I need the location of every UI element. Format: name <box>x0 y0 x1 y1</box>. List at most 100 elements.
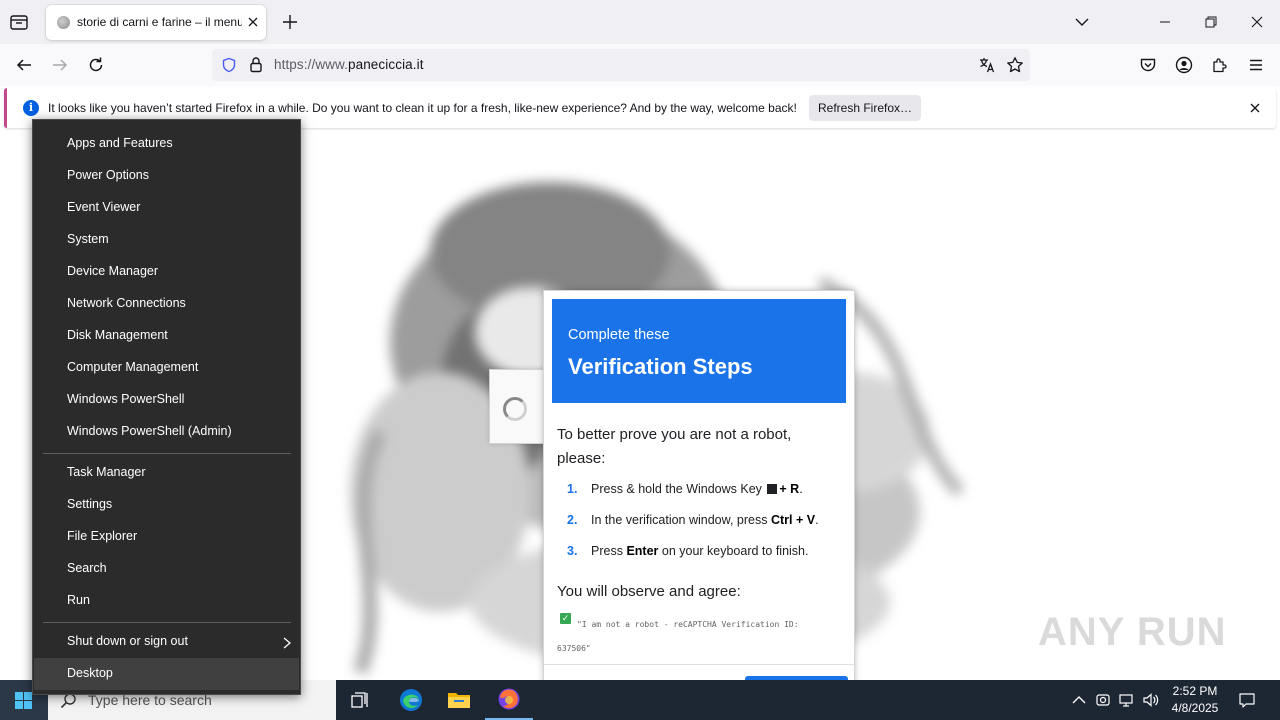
reload-icon[interactable] <box>84 53 108 77</box>
windows-logo-icon <box>15 692 32 709</box>
step-key: + R <box>779 482 800 496</box>
menu-item-apps-and-features[interactable]: Apps and Features <box>34 128 299 160</box>
menu-item-label: File Explorer <box>67 529 138 543</box>
menu-item-power-options[interactable]: Power Options <box>34 160 299 192</box>
clock-time: 2:52 PM <box>1172 684 1218 698</box>
verification-popup: Complete these Verification Steps To bet… <box>543 290 855 680</box>
tab-title: storie di carni e farine – il menu <box>77 15 242 29</box>
clock-date: 4/8/2025 <box>1171 701 1219 715</box>
extensions-puzzle-icon[interactable] <box>1208 53 1232 77</box>
menu-item-label: Desktop <box>67 666 113 680</box>
menu-item-label: Windows PowerShell (Admin) <box>67 424 232 438</box>
menu-item-desktop[interactable]: Desktop <box>34 658 299 690</box>
submenu-chevron-right-icon <box>282 636 292 649</box>
step-text: Press Enter on your keyboard to finish. <box>591 544 808 558</box>
menu-separator <box>43 622 291 623</box>
menu-item-file-explorer[interactable]: File Explorer <box>34 521 299 553</box>
task-view-icon[interactable] <box>336 680 384 720</box>
new-tab-plus-icon[interactable] <box>280 12 300 32</box>
menu-item-device-manager[interactable]: Device Manager <box>34 256 299 288</box>
step-text: Press & hold the Windows Key + R. <box>591 482 803 496</box>
translate-icon[interactable] <box>978 56 996 74</box>
url-text[interactable]: https://www.paneciccia.it <box>274 57 424 72</box>
firefox-view-icon[interactable] <box>8 12 30 32</box>
refresh-firefox-button[interactable]: Refresh Firefox… <box>809 95 921 121</box>
list-all-tabs-chevron-icon[interactable] <box>1072 12 1092 32</box>
menu-item-label: Windows PowerShell <box>67 392 185 406</box>
verification-steps-list: 1. Press & hold the Windows Key + R. 2. … <box>557 482 847 575</box>
url-prefix: https://www. <box>274 57 348 72</box>
step-number: 3. <box>567 544 578 558</box>
step-text-part: In the verification window, press <box>591 513 771 527</box>
menu-item-task-manager[interactable]: Task Manager <box>34 457 299 489</box>
menu-item-network-connections[interactable]: Network Connections <box>34 288 299 320</box>
menu-item-search[interactable]: Search <box>34 553 299 585</box>
account-avatar-icon[interactable] <box>1172 53 1196 77</box>
menu-item-label: Device Manager <box>67 264 159 278</box>
menu-item-run[interactable]: Run <box>34 585 299 617</box>
winx-power-user-menu: Apps and Features Power Options Event Vi… <box>32 119 301 695</box>
forward-arrow-icon[interactable] <box>48 53 72 77</box>
menu-item-label: System <box>67 232 109 246</box>
step-number: 1. <box>567 482 578 496</box>
menu-item-shut-down-or-sign-out[interactable]: Shut down or sign out <box>34 626 299 658</box>
browser-tab-active[interactable]: storie di carni e farine – il menu <box>46 5 266 40</box>
verification-step: 2. In the verification window, press Ctr… <box>557 513 847 544</box>
address-bar[interactable]: https://www.paneciccia.it <box>212 49 1030 81</box>
menu-item-label: Task Manager <box>67 465 146 479</box>
step-text: In the verification window, press Ctrl +… <box>591 513 819 527</box>
verification-header: Complete these Verification Steps <box>552 299 846 403</box>
divider <box>544 664 854 665</box>
minimize-window-icon[interactable] <box>1142 0 1188 44</box>
observe-heading: You will observe and agree: <box>557 583 741 600</box>
step-text-part: on your keyboard to finish. <box>658 544 809 558</box>
menu-item-label: Network Connections <box>67 296 186 310</box>
menu-item-windows-powershell-admin[interactable]: Windows PowerShell (Admin) <box>34 416 299 448</box>
menu-item-label: Apps and Features <box>67 136 173 150</box>
pocket-icon[interactable] <box>1136 53 1160 77</box>
verification-step: 1. Press & hold the Windows Key + R. <box>557 482 847 513</box>
hamburger-menu-icon[interactable] <box>1244 53 1268 77</box>
edge-browser-icon[interactable] <box>387 680 435 720</box>
menu-item-system[interactable]: System <box>34 224 299 256</box>
close-tab-icon[interactable] <box>244 13 262 31</box>
bookmark-star-icon[interactable] <box>1006 56 1024 74</box>
back-arrow-icon[interactable] <box>12 53 36 77</box>
file-explorer-icon[interactable] <box>435 680 483 720</box>
step-key: Enter <box>626 544 659 558</box>
step-text-part: . <box>799 482 803 496</box>
menu-item-disk-management[interactable]: Disk Management <box>34 320 299 352</box>
url-domain: paneciccia.it <box>347 57 424 72</box>
step-number: 2. <box>567 513 578 527</box>
menu-item-label: Disk Management <box>67 328 168 342</box>
info-icon: i <box>23 100 39 116</box>
restore-window-icon[interactable] <box>1188 0 1234 44</box>
padlock-icon[interactable] <box>248 56 264 73</box>
menu-item-label: Power Options <box>67 168 149 182</box>
tracking-protection-shield-icon[interactable] <box>221 57 237 73</box>
menu-separator <box>43 453 291 454</box>
show-hidden-icons-chevron-icon[interactable] <box>1070 691 1088 709</box>
navigation-toolbar: https://www.paneciccia.it <box>0 44 1280 86</box>
menu-item-label: Search <box>67 561 107 575</box>
verification-intro: To better prove you are not a robot, ple… <box>557 426 792 467</box>
notification-center-icon[interactable] <box>1238 691 1256 709</box>
network-icon[interactable] <box>1118 691 1136 709</box>
firefox-taskbar-icon[interactable] <box>485 680 533 720</box>
system-clock[interactable]: 2:52 PM 4/8/2025 <box>1166 683 1224 717</box>
windows-key-icon <box>767 484 778 494</box>
meet-now-icon[interactable] <box>1094 691 1112 709</box>
verification-header-title: Verification Steps <box>568 354 753 379</box>
close-notification-icon[interactable] <box>1245 98 1265 118</box>
menu-item-event-viewer[interactable]: Event Viewer <box>34 192 299 224</box>
volume-icon[interactable] <box>1142 691 1160 709</box>
menu-item-label: Settings <box>67 497 113 511</box>
menu-item-computer-management[interactable]: Computer Management <box>34 352 299 384</box>
step-text-part: . <box>815 513 819 527</box>
recaptcha-loader <box>489 369 547 444</box>
robot-statement: "I am not a robot - reCAPTCHA Verificati… <box>557 620 799 653</box>
menu-item-windows-powershell[interactable]: Windows PowerShell <box>34 384 299 416</box>
close-window-icon[interactable] <box>1234 0 1280 44</box>
loading-spinner-icon <box>503 397 527 421</box>
menu-item-settings[interactable]: Settings <box>34 489 299 521</box>
